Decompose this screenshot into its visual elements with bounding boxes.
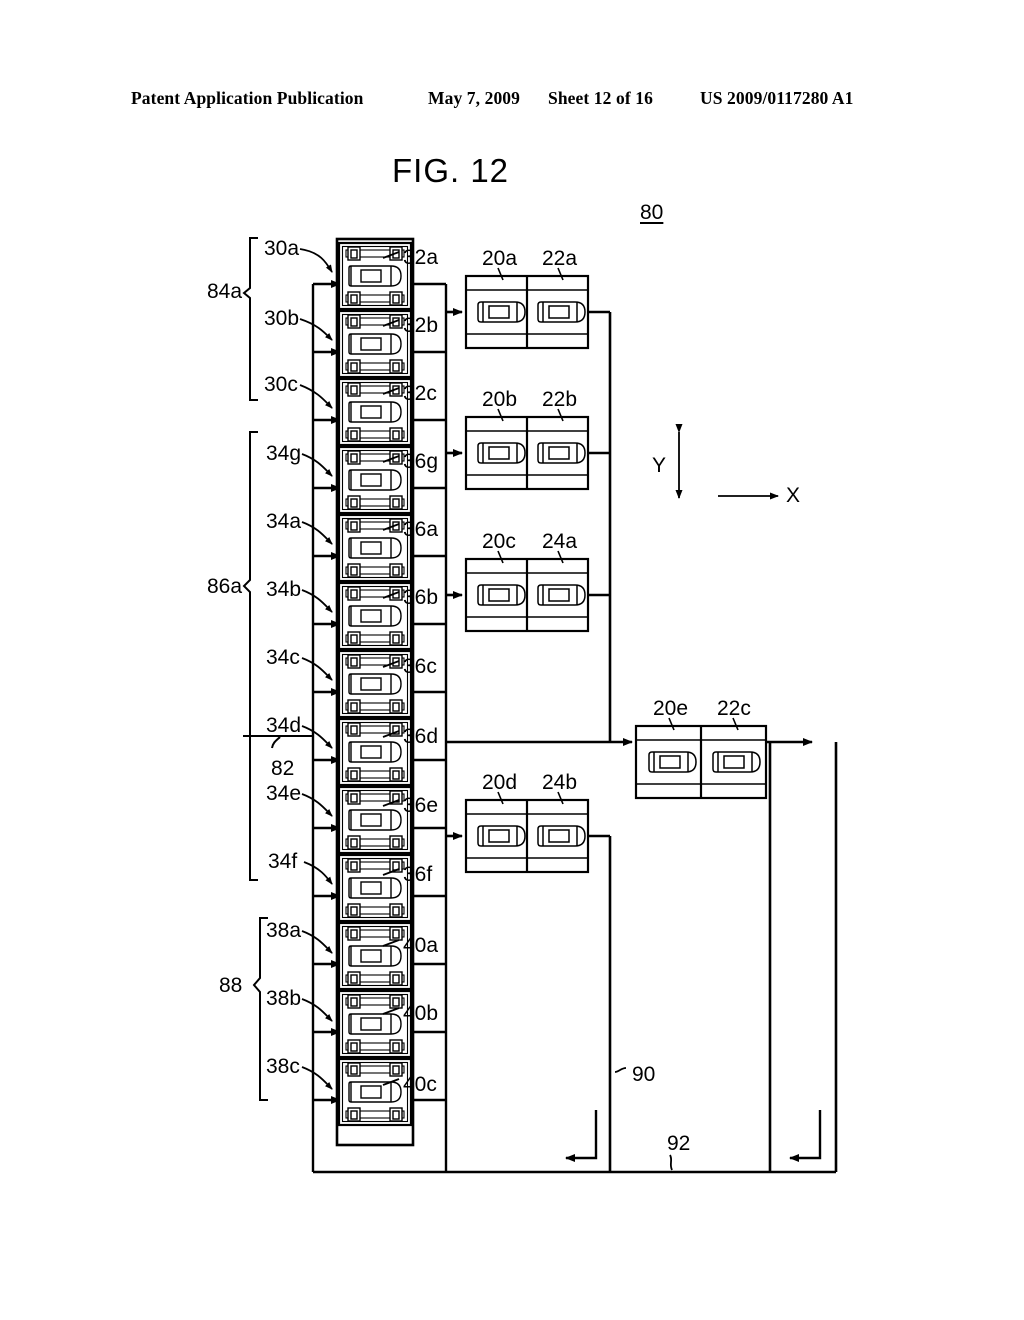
carrier-label-38c: 38c bbox=[266, 1055, 300, 1078]
group-label-86a: 86a bbox=[207, 575, 243, 598]
station-label-20b: 20b bbox=[482, 388, 518, 411]
axis-label-y: Y bbox=[652, 454, 667, 477]
station-label-24a: 24a bbox=[542, 530, 578, 553]
carrier-label-34c: 34c bbox=[266, 646, 300, 669]
cell-label-36d: 36d bbox=[403, 725, 439, 748]
station-label-20a: 20a bbox=[482, 247, 518, 270]
figure-drawing bbox=[0, 0, 1024, 1320]
conveyor-label-82: 82 bbox=[271, 757, 295, 780]
station-3 bbox=[464, 550, 590, 633]
cell-label-36a: 36a bbox=[403, 518, 439, 541]
station-label-24b: 24b bbox=[542, 771, 578, 794]
carrier-label-30a: 30a bbox=[264, 237, 300, 260]
carrier-label-34b: 34b bbox=[266, 578, 302, 601]
system-label-80: 80 bbox=[640, 201, 664, 224]
cell-label-36f: 36f bbox=[403, 863, 433, 886]
carrier-label-34f: 34f bbox=[268, 850, 298, 873]
cell-label-36g: 36g bbox=[403, 450, 439, 473]
return-arrows bbox=[565, 1110, 822, 1162]
cell-label-40a: 40a bbox=[403, 934, 439, 957]
conveyor-82-leader bbox=[243, 735, 313, 749]
cell-label-36b: 36b bbox=[403, 586, 439, 609]
carrier-label-34d: 34d bbox=[266, 714, 302, 737]
station-1 bbox=[464, 267, 590, 350]
station-4 bbox=[464, 791, 590, 874]
carrier-label-30b: 30b bbox=[264, 307, 300, 330]
patent-figure-svg bbox=[242, 237, 838, 1174]
station-label-20d: 20d bbox=[482, 771, 518, 794]
axis-label-x: X bbox=[786, 484, 801, 507]
cell-label-32c: 32c bbox=[403, 382, 437, 405]
return-path-label-92: 92 bbox=[667, 1132, 691, 1155]
station-label-20c: 20c bbox=[482, 530, 516, 553]
station-label-22b: 22b bbox=[542, 388, 578, 411]
cell-label-32b: 32b bbox=[403, 314, 439, 337]
station-label-22a: 22a bbox=[542, 247, 578, 270]
carrier-label-34e: 34e bbox=[266, 782, 302, 805]
group-brackets bbox=[242, 237, 268, 1101]
station-label-22c: 22c bbox=[717, 697, 751, 720]
group-label-88: 88 bbox=[219, 974, 243, 997]
carrier-label-30c: 30c bbox=[264, 373, 298, 396]
cell-label-36e: 36e bbox=[403, 794, 439, 817]
cell-label-40b: 40b bbox=[403, 1002, 439, 1025]
cell-label-40c: 40c bbox=[403, 1073, 437, 1096]
return-path-label-90: 90 bbox=[632, 1063, 656, 1086]
axis-indicator bbox=[675, 424, 779, 500]
carrier-label-34a: 34a bbox=[266, 510, 302, 533]
carrier-stack bbox=[335, 237, 415, 1147]
cell-label-36c: 36c bbox=[403, 655, 437, 678]
station-5 bbox=[634, 717, 768, 800]
cell-label-32a: 32a bbox=[403, 246, 439, 269]
exit-and-return bbox=[766, 738, 838, 1172]
carrier-label-38a: 38a bbox=[266, 919, 302, 942]
carrier-label-34g: 34g bbox=[266, 442, 302, 465]
station-label-20e: 20e bbox=[653, 697, 689, 720]
group-label-84a: 84a bbox=[207, 280, 243, 303]
station-2 bbox=[464, 408, 590, 491]
carrier-label-38b: 38b bbox=[266, 987, 302, 1010]
